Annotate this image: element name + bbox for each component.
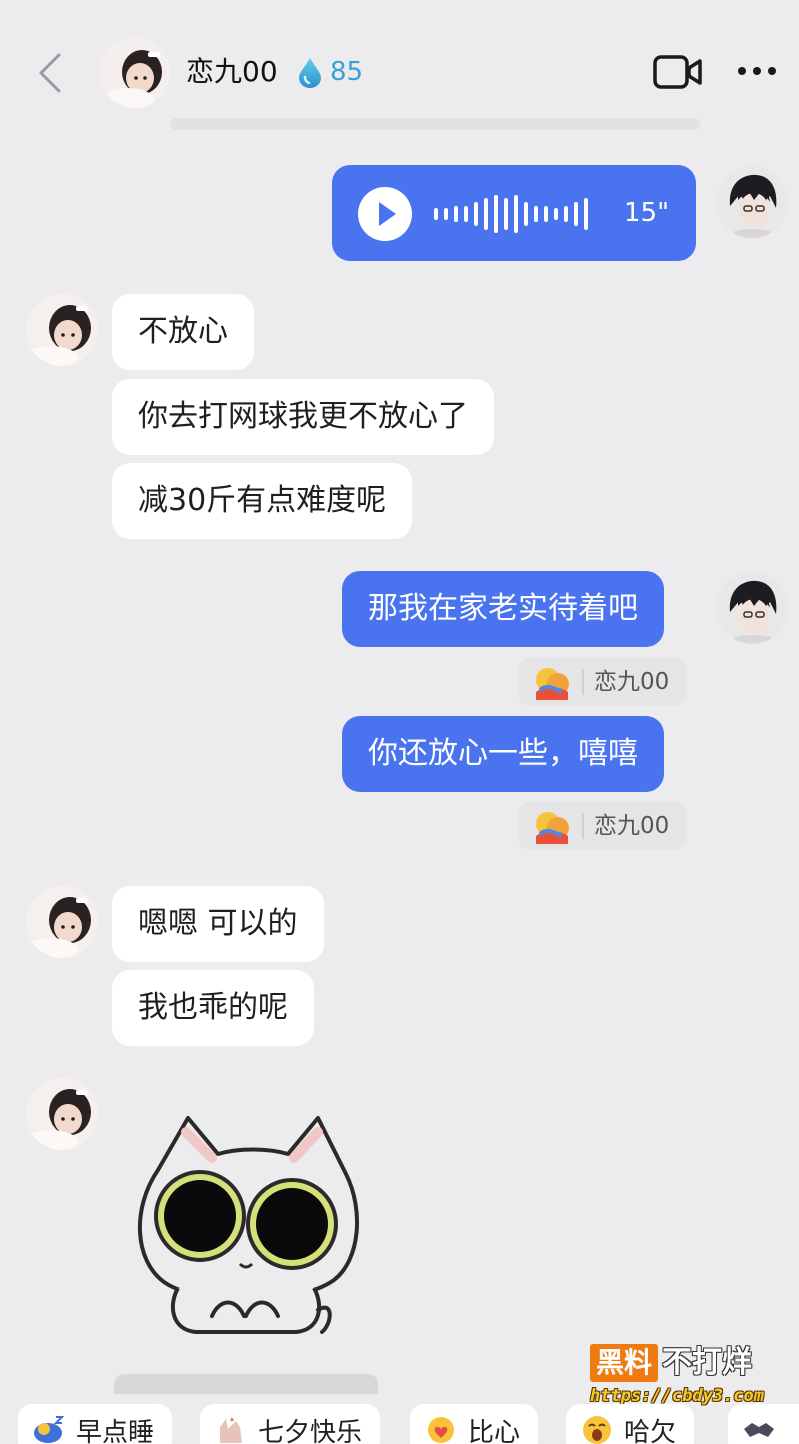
cat-sticker[interactable] — [128, 1110, 368, 1350]
hug-emoji-icon — [536, 812, 569, 844]
message-bubble-incoming[interactable]: 减30斤有点难度呢 — [112, 463, 413, 539]
back-icon — [39, 53, 61, 93]
voice-play-button[interactable] — [358, 187, 412, 241]
message-bubble-partial[interactable] — [114, 1374, 378, 1394]
back-button[interactable] — [30, 50, 70, 96]
my-avatar[interactable] — [716, 572, 788, 644]
yawn-emoji-icon — [583, 1416, 611, 1444]
video-call-icon — [653, 55, 702, 89]
reaction-user: 恋九00 — [594, 669, 670, 695]
message-bubble-outgoing[interactable]: 你还放心一些，嘻嘻 — [342, 716, 664, 792]
message-reaction[interactable]: 恋九00 — [518, 802, 688, 850]
intimacy-value: 85 — [330, 57, 364, 87]
quick-reply-label: 早点睡 — [76, 1417, 155, 1444]
quick-reply-more[interactable] — [728, 1404, 799, 1444]
contact-avatar[interactable] — [100, 38, 170, 108]
reaction-divider — [582, 813, 584, 839]
quick-reply-label: 比心 — [468, 1417, 521, 1444]
waveform-icon — [434, 195, 588, 233]
message-bubble-incoming[interactable]: 你去打网球我更不放心了 — [112, 379, 494, 455]
watermark-brand-text: 不打烊 — [662, 1345, 753, 1380]
my-avatar[interactable] — [716, 166, 788, 238]
message-reaction[interactable]: 恋九00 — [518, 658, 688, 706]
contact-avatar[interactable] — [26, 1078, 98, 1150]
contact-name[interactable]: 恋九00 — [186, 52, 278, 92]
hand-emoji-icon — [220, 1417, 242, 1443]
drop-icon — [299, 58, 321, 88]
more-icon — [738, 67, 776, 75]
hug-emoji-icon — [536, 668, 569, 700]
message-bubble-incoming[interactable]: 不放心 — [112, 294, 254, 370]
header-divider — [170, 118, 700, 130]
voice-duration: 15" — [624, 198, 670, 228]
reaction-user: 恋九00 — [594, 813, 670, 839]
sleep-emoji-icon — [34, 1416, 65, 1443]
message-bubble-incoming[interactable]: 嗯嗯 可以的 — [112, 886, 324, 962]
play-icon — [379, 202, 396, 226]
voice-message[interactable]: 15" — [332, 165, 696, 261]
more-button[interactable] — [734, 56, 780, 86]
quick-reply-heart[interactable]: 比心 — [410, 1404, 539, 1444]
quick-reply-label: 哈欠 — [624, 1417, 677, 1444]
heart-hands-emoji-icon — [428, 1417, 454, 1443]
chat-header: 恋九00 85 — [0, 0, 799, 130]
watermark-brand-box: 黑料 — [590, 1344, 659, 1382]
video-call-button[interactable] — [652, 52, 704, 92]
quick-reply-bar: 早点睡 七夕快乐 比心 哈欠 — [0, 1400, 799, 1444]
quick-reply-label: 七夕快乐 — [258, 1417, 363, 1444]
quick-reply-qixi[interactable]: 七夕快乐 — [200, 1404, 381, 1444]
quick-reply-yawn[interactable]: 哈欠 — [566, 1404, 695, 1444]
message-bubble-incoming[interactable]: 我也乖的呢 — [112, 970, 314, 1046]
message-bubble-outgoing[interactable]: 那我在家老实待着吧 — [342, 571, 664, 647]
reaction-divider — [582, 669, 584, 695]
contact-avatar[interactable] — [26, 886, 98, 958]
quick-reply-sleep[interactable]: 早点睡 — [18, 1404, 173, 1444]
bat-emoji-icon — [744, 1423, 774, 1437]
contact-avatar[interactable] — [26, 294, 98, 366]
